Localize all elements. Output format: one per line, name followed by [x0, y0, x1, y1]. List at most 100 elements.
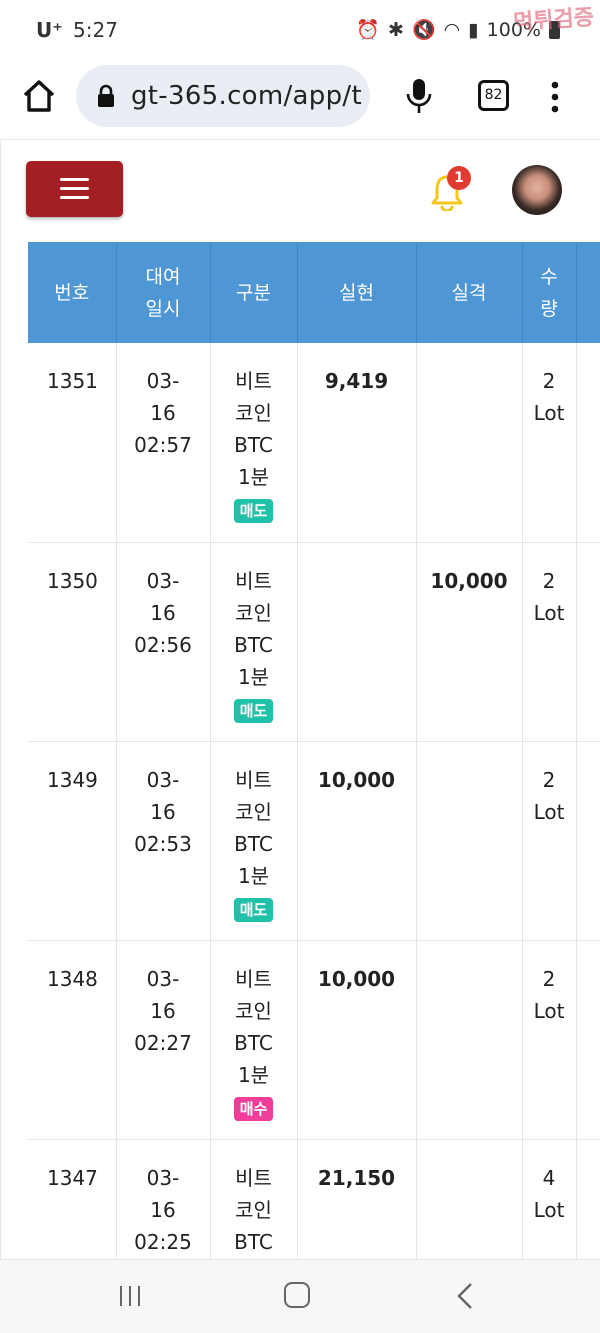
cell-extra	[576, 940, 600, 1140]
cell-realized: 10,000	[297, 741, 417, 941]
type-part: BTC	[234, 831, 273, 856]
system-nav-bar	[0, 1259, 600, 1333]
wifi-icon: ◠	[443, 18, 461, 41]
type-part: 1분	[237, 664, 270, 689]
table-row[interactable]: 1351 03- 16 02:57 비트 코인 BTC 1분 매도 9,419 2 Lot	[28, 343, 600, 543]
qty-value: 2	[542, 966, 556, 991]
date-part: 16	[150, 1197, 176, 1222]
header-label: 량	[540, 297, 558, 320]
table-row[interactable]: 1349 03- 16 02:53 비트 코인 BTC 1분 매도 10,000 2 Lot	[28, 741, 600, 941]
date-part: 03-	[146, 568, 180, 593]
qty-unit: Lot	[533, 1197, 565, 1222]
date-part: 16	[150, 401, 176, 425]
header-label: 수	[540, 265, 558, 288]
qty-unit: Lot	[533, 799, 565, 824]
table-row[interactable]: 1350 03- 16 02:56 비트 코인 BTC 1분 매도 10,000 2 Lot	[28, 542, 600, 742]
type-part: BTC	[234, 1229, 273, 1254]
column-header-type[interactable]: 구분	[210, 242, 298, 343]
header-label: 실현	[339, 281, 374, 304]
qty-value: 4	[542, 1165, 556, 1190]
bluetooth-icon: ✱	[388, 18, 404, 41]
type-part: 코인	[235, 401, 272, 425]
cell-qty: 2 Lot	[522, 542, 577, 742]
back-icon[interactable]	[457, 1282, 473, 1310]
date-part: 02:53	[134, 831, 192, 856]
date-part: 03-	[146, 966, 180, 991]
date-part: 02:27	[134, 1030, 192, 1055]
type-part: 코인	[235, 998, 272, 1023]
cell-realized: 10,000	[297, 940, 417, 1140]
header-label: 번호	[54, 281, 90, 304]
date-part: 16	[150, 998, 176, 1023]
lock-icon	[98, 84, 114, 107]
type-part: 코인	[235, 600, 272, 625]
cell-realized	[297, 542, 417, 742]
history-table-container[interactable]: 번호 대여 일시 구분 실현 실격 수량 1351 03- 16 02:57 비트 코인…	[0, 241, 600, 1259]
tabs-icon[interactable]: 82	[478, 80, 509, 111]
cell-type: 비트코인 BTC 1분매도	[210, 741, 298, 941]
cell-no: 1351	[28, 343, 117, 543]
column-header-no[interactable]: 번호	[28, 242, 117, 343]
cell-type: 비트 코인 BTC 1분 매도	[210, 542, 298, 742]
carrier-label: U⁺	[36, 18, 63, 42]
clock: 5:27	[73, 18, 118, 42]
overflow-menu-icon[interactable]	[548, 80, 562, 114]
type-part: 비트	[235, 369, 272, 393]
cell-date: 03- 16 02:56	[116, 542, 211, 742]
cell-qty: 2 Lot	[522, 343, 577, 543]
date-part: 02:56	[134, 632, 192, 657]
cell-lost: 10,000	[416, 542, 523, 742]
table-row[interactable]: 1347 03- 16 02:25 비트 코인 BTC 21,150 4 Lot	[28, 1139, 600, 1259]
address-bar[interactable]: gt-365.com/app/t	[76, 65, 370, 127]
type-part: BTC	[234, 1030, 273, 1055]
avatar[interactable]	[512, 165, 562, 215]
cell-extra	[576, 741, 600, 941]
cell-lost	[416, 1139, 523, 1259]
cell-date: 03- 16 02:57	[116, 343, 211, 543]
column-header-lost[interactable]: 실격	[416, 242, 523, 343]
cell-type: 비트 코인 BTC 1분 매도	[210, 343, 298, 543]
qty-unit: Lot	[533, 401, 565, 425]
header-label: 대여	[145, 265, 181, 288]
menu-button[interactable]	[26, 161, 123, 217]
type-part: 1분	[237, 863, 270, 888]
qty-value: 2	[542, 767, 556, 792]
cell-lost	[416, 940, 523, 1140]
date-part: 03-	[146, 1165, 180, 1190]
cell-lost	[416, 343, 523, 543]
column-header-realized[interactable]: 실현	[297, 242, 417, 343]
cell-type: 비트 코인 BTC 1분 매수	[210, 940, 298, 1140]
type-part: 코인	[235, 799, 272, 824]
type-part: 코인	[235, 1197, 272, 1222]
column-header-date[interactable]: 대여 일시	[116, 242, 211, 343]
sell-badge: 매도	[233, 897, 274, 922]
type-part: 비트	[235, 767, 272, 792]
cell-date: 03- 16 02:27	[116, 940, 211, 1140]
cell-qty: 2 Lot	[522, 741, 577, 941]
cell-no: 1347	[28, 1139, 117, 1259]
mic-icon[interactable]	[406, 78, 432, 114]
cell-qty: 4 Lot	[522, 1139, 577, 1259]
cell-no: 1348	[28, 940, 117, 1140]
qty-value: 2	[542, 369, 556, 393]
status-bar: U⁺ 5:27 ⏰ ✱ 🔇 ◠ ▮ 100% 먹튀검증	[0, 0, 600, 60]
sell-badge: 매도	[233, 698, 274, 723]
alarm-icon: ⏰	[356, 19, 381, 41]
column-header-qty[interactable]: 수량	[522, 242, 577, 343]
phone-screen: U⁺ 5:27 ⏰ ✱ 🔇 ◠ ▮ 100% 먹튀검증 gt-365.com/a…	[0, 0, 600, 1333]
table-row[interactable]: 1348 03- 16 02:27 비트 코인 BTC 1분 매수 10,000 2 Lot	[28, 940, 600, 1140]
sell-badge: 매도	[233, 499, 274, 523]
history-table: 번호 대여 일시 구분 실현 실격 수량 1351 03- 16 02:57 비트 코인…	[28, 242, 600, 1259]
menu-bar-icon	[60, 196, 89, 199]
app-header: 1	[0, 141, 600, 241]
recent-apps-icon[interactable]	[118, 1284, 142, 1308]
nav-home-icon[interactable]	[284, 1282, 310, 1308]
home-icon[interactable]	[22, 79, 56, 113]
watermark-logo: 먹튀검증	[512, 5, 595, 36]
date-part: 16	[150, 600, 176, 625]
date-part: 02:57	[134, 433, 192, 457]
type-part: BTC	[234, 433, 273, 457]
buy-badge: 매수	[233, 1096, 274, 1121]
type-part: BTC	[234, 632, 273, 657]
menu-bar-icon	[60, 178, 89, 181]
